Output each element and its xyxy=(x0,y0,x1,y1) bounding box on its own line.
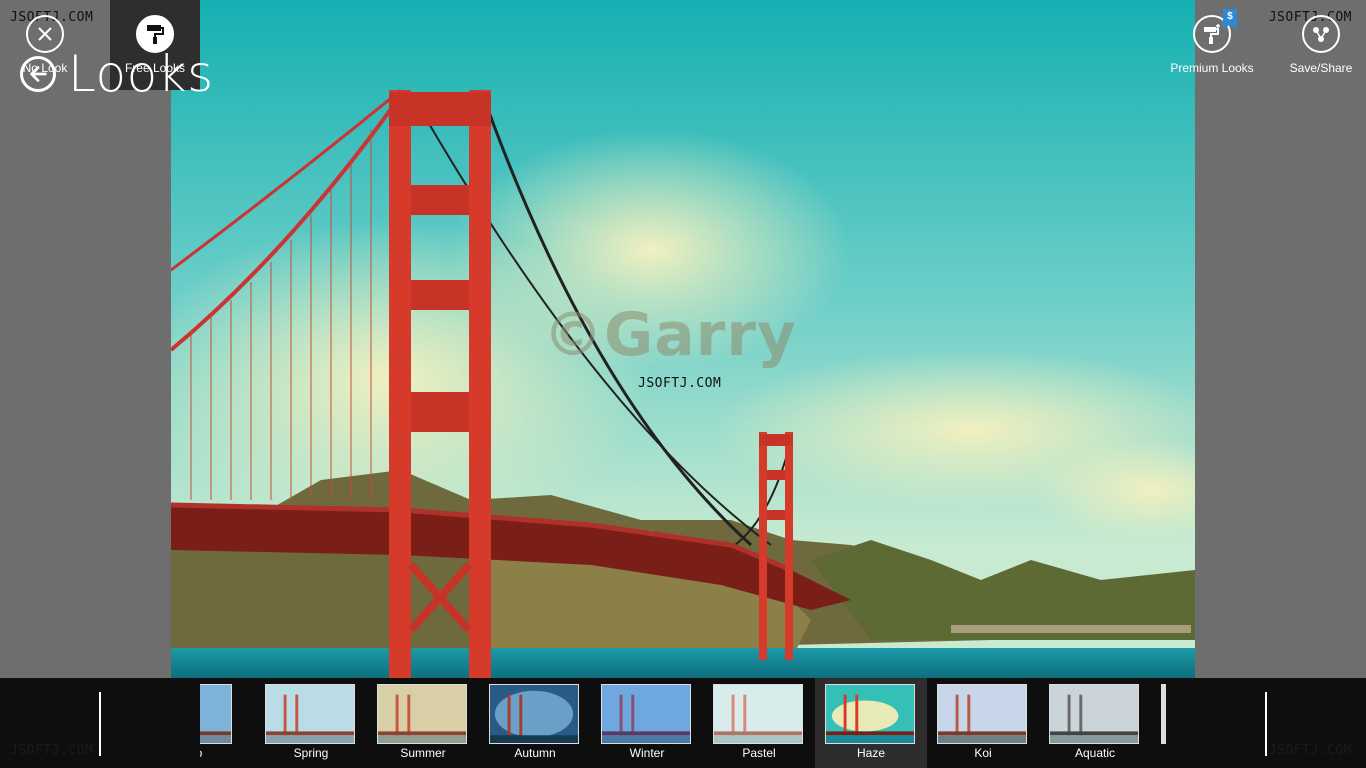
page-title: Looks xyxy=(68,45,214,103)
look-label: Winter xyxy=(629,746,665,760)
look-thumb[interactable]: Pastel xyxy=(703,678,815,768)
back-arrow-icon xyxy=(30,66,47,82)
look-thumb[interactable]: Koi xyxy=(927,678,1039,768)
premium-looks-label: Premium Looks xyxy=(1170,61,1254,75)
save-share-button[interactable]: Save/Share xyxy=(1276,0,1366,90)
look-thumb-image xyxy=(265,684,355,744)
page-header: Looks xyxy=(20,42,214,106)
look-thumb-image xyxy=(377,684,467,744)
look-label: Spring xyxy=(293,746,329,760)
photo-canvas[interactable]: ©Garry xyxy=(171,0,1195,678)
look-thumb-image xyxy=(1049,684,1139,744)
look-thumb-partial[interactable] xyxy=(1151,678,1166,768)
look-label: Haze xyxy=(856,746,885,760)
look-label: Koi xyxy=(974,746,992,760)
look-thumb-image xyxy=(601,684,691,744)
look-thumb[interactable]: Aquatic xyxy=(1039,678,1151,768)
look-label: Summer xyxy=(400,746,446,760)
watermark-bottom-right: JSOFTJ.COM xyxy=(1268,743,1352,758)
look-thumb-image xyxy=(489,684,579,744)
share-icon xyxy=(1302,15,1340,53)
look-thumb[interactable]: Summer xyxy=(367,678,479,768)
look-label: Aquatic xyxy=(1074,746,1116,760)
look-thumb-image xyxy=(713,684,803,744)
look-thumb-image xyxy=(1161,684,1166,744)
watermark-center: JSOFTJ.COM xyxy=(638,376,722,391)
save-share-label: Save/Share xyxy=(1289,61,1353,75)
look-thumb-selected[interactable]: Haze xyxy=(815,678,927,768)
look-thumb[interactable]: Spring xyxy=(255,678,367,768)
look-thumb-image xyxy=(825,684,915,744)
paint-roller-plus-icon: $ xyxy=(1193,9,1237,53)
look-thumb[interactable]: Autumn xyxy=(479,678,591,768)
premium-badge: $ xyxy=(1223,9,1237,29)
look-label: Autumn xyxy=(514,746,556,760)
looks-strip[interactable]: Neno Spring Summer Autumn Winter Pastel xyxy=(200,678,1166,768)
look-label: Pastel xyxy=(742,746,776,760)
look-thumb[interactable]: Winter xyxy=(591,678,703,768)
watermark-bottom-left: JSOFTJ.COM xyxy=(10,743,94,758)
look-thumb-image xyxy=(200,684,232,744)
appbar-separator xyxy=(99,692,101,756)
look-label: Neno xyxy=(200,746,244,760)
premium-looks-button[interactable]: $ Premium Looks xyxy=(1166,0,1258,90)
back-button[interactable] xyxy=(20,56,56,92)
look-thumb[interactable]: Neno xyxy=(200,678,244,768)
look-thumb-image xyxy=(937,684,1027,744)
appbar-separator xyxy=(1265,692,1267,756)
photo-copyright-watermark: ©Garry xyxy=(543,300,798,370)
